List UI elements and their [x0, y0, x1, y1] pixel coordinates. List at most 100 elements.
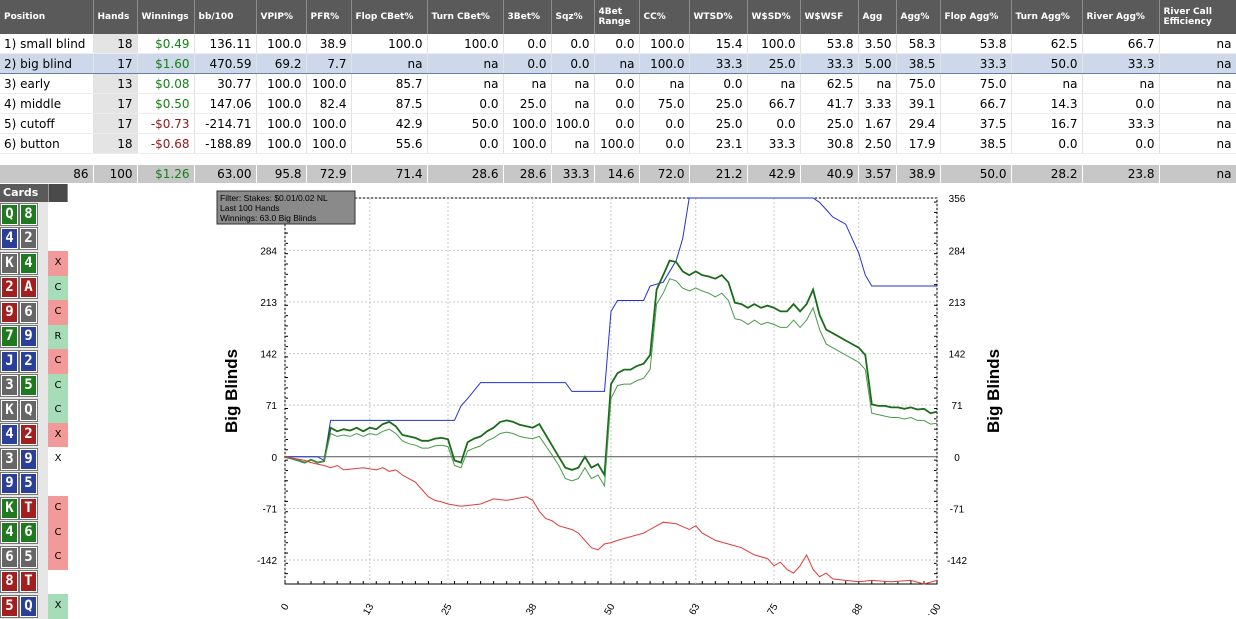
column-header[interactable]: River Agg%	[1082, 0, 1160, 34]
column-header[interactable]: Turn CBet%	[427, 0, 504, 34]
cards-header-label: Cards	[3, 186, 39, 199]
hand-row[interactable]: 8T	[0, 569, 68, 594]
hand-row[interactable]: 42	[0, 226, 68, 252]
table-row[interactable]: 5) cutoff 17 -$0.73 -214.71 100.0 100.0 42.9 50…	[0, 113, 1236, 134]
y-axis-label-right: Big Blinds	[984, 349, 1003, 433]
table-row[interactable]: 1) small blind 18 $0.49 136.11 100.0 38.9 100.…	[0, 34, 1236, 54]
table-row[interactable]: 4) middle 17 $0.50 147.06 100.0 82.4 87.5 0.0 25…	[0, 93, 1236, 114]
column-header[interactable]: W$WSF	[800, 0, 859, 34]
stat-cell: 16.7	[1011, 113, 1083, 134]
action-cell	[48, 227, 68, 252]
hand-row[interactable]: 35C	[0, 373, 68, 398]
hand-row[interactable]: 96C	[0, 300, 68, 325]
column-header[interactable]: Sqz%	[551, 0, 595, 34]
position-cell: 6) button	[0, 133, 94, 154]
column-header[interactable]: W$SD%	[747, 0, 801, 34]
stat-cell: 66.7	[747, 93, 801, 114]
column-header[interactable]: Turn Agg%	[1011, 0, 1083, 34]
y-tick-label-left: 284	[260, 246, 277, 257]
column-header[interactable]: WTSD%	[689, 0, 748, 34]
column-header[interactable]: CC%	[639, 0, 690, 34]
hand-row[interactable]: K4X	[0, 251, 68, 276]
hand-row[interactable]: Q8	[0, 202, 68, 227]
card: 9	[19, 447, 38, 471]
column-header[interactable]: VPIP%	[256, 0, 307, 34]
stat-cell: 0.0	[747, 113, 801, 134]
cards-column-header[interactable]: Cards	[0, 184, 68, 202]
column-header[interactable]: PFR%	[306, 0, 352, 34]
stat-cell: 100.0	[256, 93, 307, 114]
stat-cell: 62.5	[800, 73, 859, 94]
stat-cell: 25.0	[689, 93, 748, 114]
y-tick-label-right: 71	[951, 401, 963, 412]
stat-cell: 30.8	[800, 133, 859, 154]
card: 8	[0, 570, 19, 594]
column-header[interactable]: 3Bet%	[503, 0, 552, 34]
y-tick-label-right: 0	[954, 453, 960, 464]
stat-cell: 0.0	[594, 34, 640, 54]
hand-row[interactable]: KQC	[0, 398, 68, 423]
stat-cell: 0.0	[1011, 133, 1083, 154]
stat-cell: 100.0	[306, 113, 352, 134]
hand-row[interactable]: 39 X	[0, 447, 68, 472]
filter-info-line: Winnings: 63.0 Big Blinds	[220, 213, 316, 223]
total-cell: 28.6	[427, 165, 504, 183]
column-header[interactable]: Winnings	[137, 0, 195, 34]
stat-cell: 100.0	[306, 73, 352, 94]
stat-cell: 66.7	[940, 93, 1012, 114]
hand-row[interactable]: 46C	[0, 520, 68, 545]
hand-row[interactable]: 65C	[0, 545, 68, 570]
column-header[interactable]: Flop Agg%	[940, 0, 1012, 34]
table-row[interactable]: 6) button 18 -$0.68 -188.89 100.0 100.0 55.6 0.…	[0, 133, 1236, 154]
stat-cell: 100.0	[503, 133, 552, 154]
table-row[interactable]: 3) early 13 $0.08 30.77 100.0 100.0 85.7 na na na…	[0, 73, 1236, 94]
stat-cell: 85.7	[351, 73, 428, 94]
stat-cell: 66.7	[1082, 34, 1160, 54]
stat-cell: 50.0	[427, 113, 504, 134]
stat-cell: 100.0	[594, 133, 640, 154]
stat-cell: na	[1011, 73, 1083, 94]
position-cell: 5) cutoff	[0, 113, 94, 134]
hand-row[interactable]: KTC	[0, 496, 68, 521]
table-header-row: Position Hands Winnings bb/100 VPIP% PFR% Flop…	[0, 0, 1236, 34]
y-tick-label-left: 0	[271, 453, 277, 464]
table-row[interactable]: 2) big blind 17 $1.60 470.59 69.2 7.7 na na 0.0 0…	[0, 53, 1236, 74]
hole-cards: 42	[0, 422, 48, 447]
hand-list: Q842K4X2AC96C79RJ2C35CKQC42X39X95KTC46C6…	[0, 202, 68, 619]
total-cell: 21.2	[689, 165, 748, 183]
total-cell: na	[1159, 165, 1236, 183]
column-header[interactable]: Flop CBet%	[351, 0, 428, 34]
column-header[interactable]: River Call Efficiency	[1159, 0, 1236, 34]
column-header[interactable]: 4Bet Range	[594, 0, 640, 34]
column-header[interactable]: Agg	[858, 0, 897, 34]
hand-row[interactable]: 42X	[0, 422, 68, 447]
stat-cell: 100.0	[427, 34, 504, 54]
card: 4	[0, 227, 19, 251]
stat-cell: 33.3	[940, 53, 1012, 74]
stat-cell: 38.5	[940, 133, 1012, 154]
total-cell: 71.4	[351, 165, 428, 183]
column-header[interactable]: Hands	[93, 0, 138, 34]
stat-cell: 0.0	[594, 73, 640, 94]
stat-cell: $1.60	[137, 53, 195, 74]
column-header[interactable]: Position	[0, 0, 94, 34]
column-header[interactable]: Agg%	[896, 0, 941, 34]
stat-cell: 69.2	[256, 53, 307, 74]
hand-row[interactable]: J2C	[0, 349, 68, 374]
card: J	[0, 349, 19, 373]
stat-cell: 147.06	[194, 93, 257, 114]
card: 4	[0, 521, 19, 545]
action-column-header[interactable]	[48, 184, 67, 202]
action-cell: C	[48, 300, 68, 325]
stat-cell: $0.49	[137, 34, 195, 54]
hand-row[interactable]: 79R	[0, 324, 68, 349]
stat-cell: 38.5	[896, 53, 941, 74]
y-tick-label-left: 142	[260, 350, 277, 361]
column-header[interactable]: bb/100	[194, 0, 257, 34]
stat-cell: na	[858, 73, 897, 94]
hole-cards: KT	[0, 496, 48, 521]
hand-row[interactable]: 95	[0, 471, 68, 496]
x-tick-label: 50	[603, 602, 618, 615]
hand-row[interactable]: 2AC	[0, 275, 68, 300]
y-tick-label-right: 356	[949, 194, 966, 205]
